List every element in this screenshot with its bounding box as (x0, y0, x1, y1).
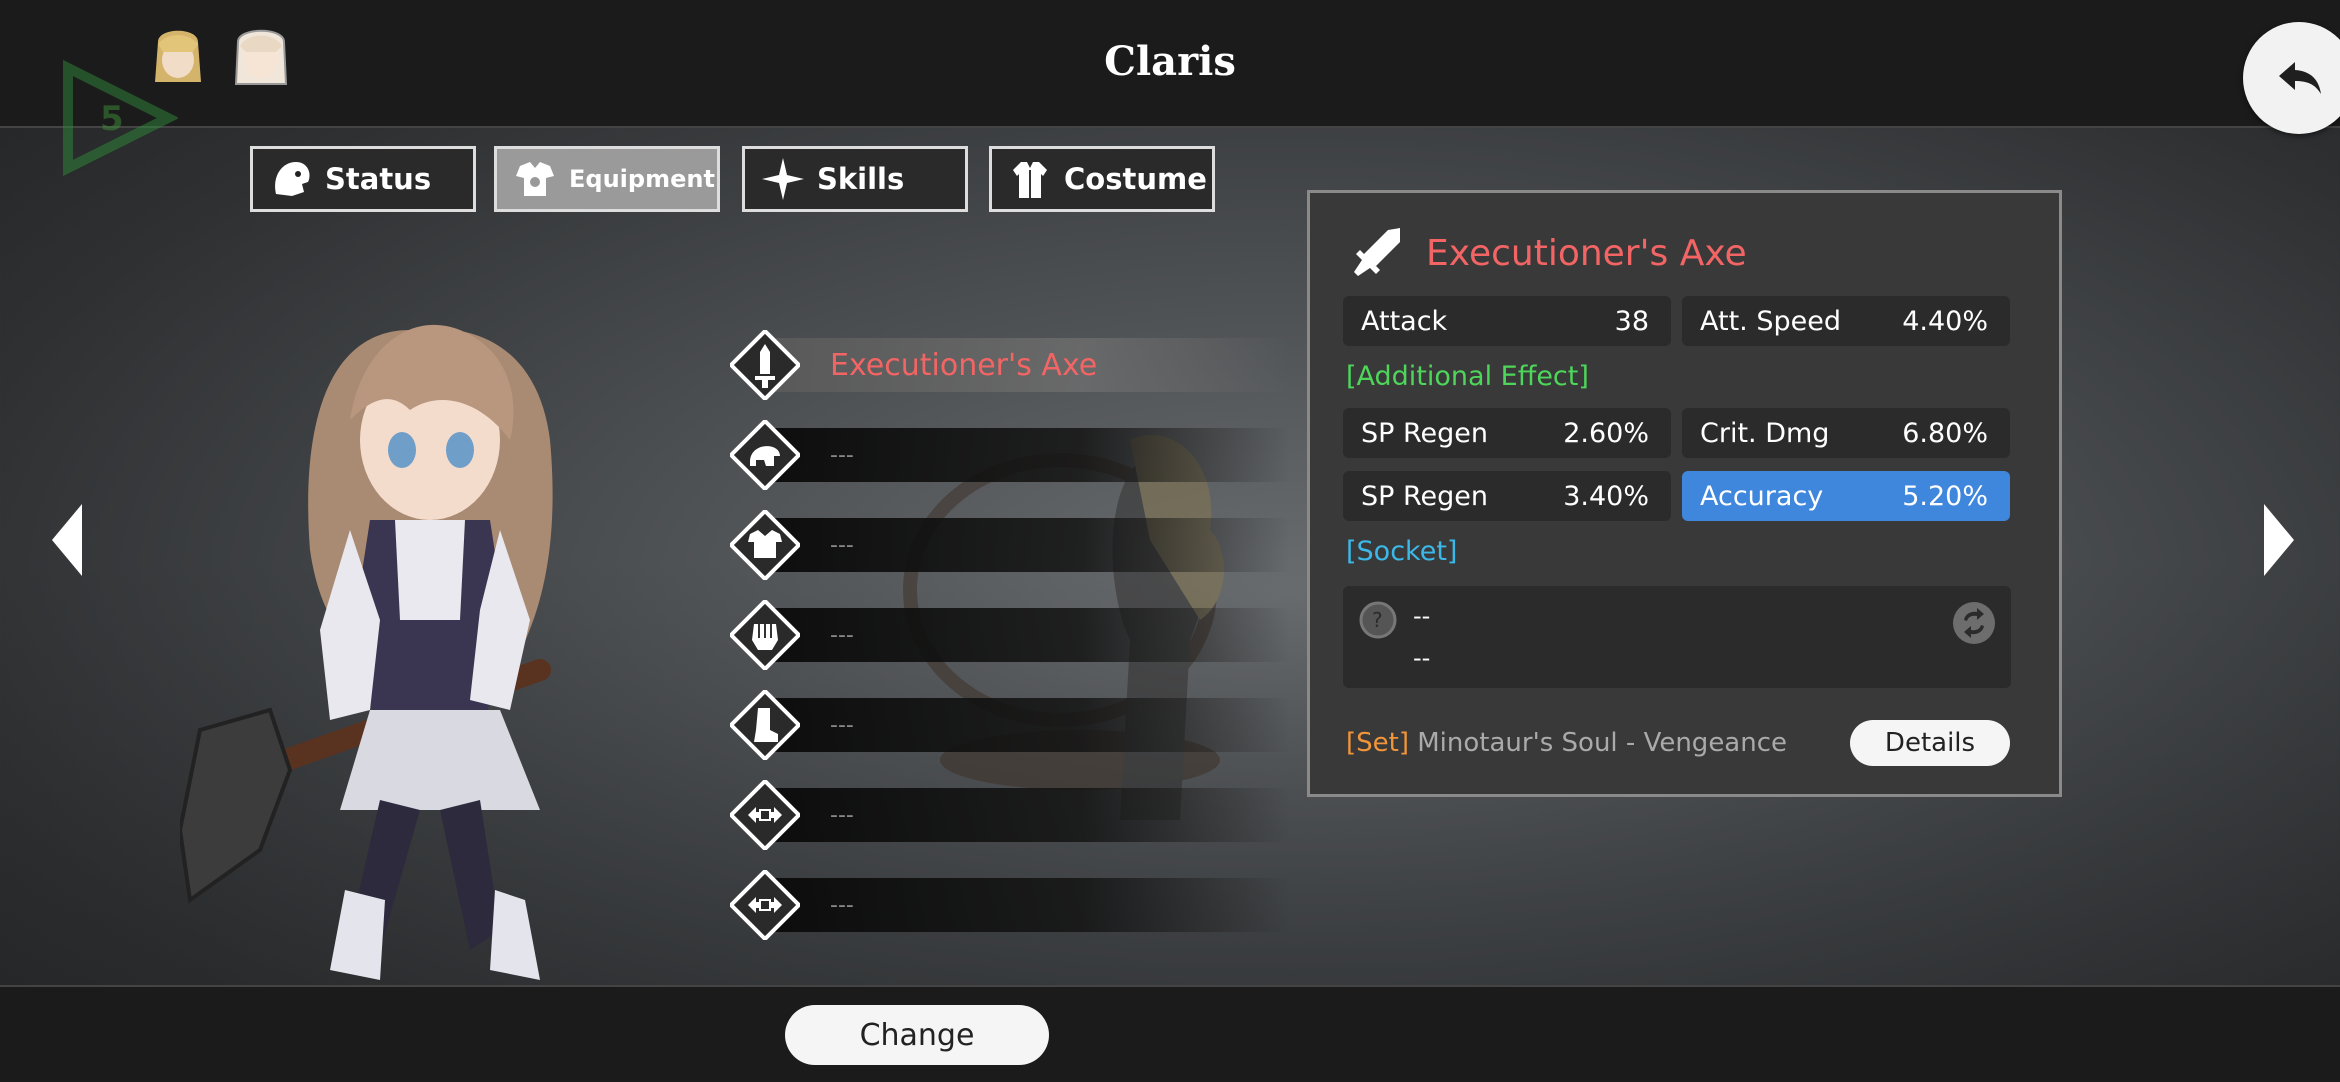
tab-equipment[interactable]: Equipment (494, 146, 720, 212)
bottom-bar (0, 985, 2340, 1082)
equipment-slot-armor[interactable]: --- (730, 510, 1290, 580)
armor-icon (730, 510, 800, 580)
effect-accuracy: Accuracy 5.20% (1682, 471, 2010, 521)
level-number: 5 (100, 99, 124, 139)
item-header: Executioner's Axe (1348, 223, 1747, 283)
effect-value: 2.60% (1563, 417, 1649, 449)
change-button[interactable]: Change (785, 1005, 1049, 1065)
effect-sp-regen-2: SP Regen 3.40% (1343, 471, 1671, 521)
equipment-slot-weapon[interactable]: Executioner's Axe (730, 330, 1290, 400)
item-name: Executioner's Axe (1426, 232, 1747, 274)
slot-item-name: Executioner's Axe (830, 347, 1098, 383)
set-info: [Set] Minotaur's Soul - Vengeance (1346, 728, 1787, 758)
sparkle-icon (759, 155, 807, 203)
tab-status[interactable]: Status (250, 146, 476, 212)
slot-item-name: --- (830, 622, 854, 648)
previous-character-arrow-icon[interactable] (48, 500, 88, 580)
effect-value: 3.40% (1563, 480, 1649, 512)
effect-value: 5.20% (1902, 480, 1988, 512)
accessory-icon (730, 780, 800, 850)
tab-skills[interactable]: Skills (742, 146, 968, 212)
details-button[interactable]: Details (1850, 720, 2010, 766)
helmet-icon (730, 420, 800, 490)
equipment-slot-gloves[interactable]: --- (730, 600, 1290, 670)
stat-label: Att. Speed (1700, 305, 1841, 337)
stat-att-speed: Att. Speed 4.40% (1682, 296, 2010, 346)
effect-crit-dmg: Crit. Dmg 6.80% (1682, 408, 2010, 458)
tab-status-label: Status (325, 162, 432, 196)
sword-icon (730, 330, 800, 400)
effect-value: 6.80% (1902, 417, 1988, 449)
equipment-slot-helmet[interactable]: --- (730, 420, 1290, 490)
socket-line-1: -- (1413, 602, 1431, 630)
effect-sp-regen-1: SP Regen 2.60% (1343, 408, 1671, 458)
equipment-slot-boots[interactable]: --- (730, 690, 1290, 760)
socket-slot[interactable]: ? -- -- (1343, 586, 2011, 688)
lion-head-icon (267, 155, 315, 203)
tab-equipment-label: Equipment (569, 165, 715, 193)
svg-text:?: ? (1372, 608, 1383, 632)
socket-line-2: -- (1413, 644, 1431, 672)
armor-icon (511, 155, 559, 203)
stat-label: Attack (1361, 305, 1448, 337)
effect-label: Accuracy (1700, 480, 1824, 512)
question-gem-icon: ? (1359, 601, 1397, 639)
slot-item-name: --- (830, 712, 854, 738)
additional-effect-title: [Additional Effect] (1346, 361, 1589, 392)
accessory-icon (730, 870, 800, 940)
gauntlet-icon (730, 600, 800, 670)
item-detail-panel: Executioner's Axe Attack 38 Att. Speed 4… (1307, 190, 2062, 797)
back-arrow-icon (2279, 62, 2321, 94)
refresh-icon[interactable] (1951, 600, 1997, 646)
effect-label: Crit. Dmg (1700, 417, 1830, 449)
effect-label: SP Regen (1361, 417, 1489, 449)
tab-costume[interactable]: Costume (989, 146, 1215, 212)
slot-item-name: --- (830, 442, 854, 468)
equipment-slot-accessory-1[interactable]: --- (730, 780, 1290, 850)
tab-skills-label: Skills (817, 162, 905, 196)
slot-item-name: --- (830, 802, 854, 828)
stat-attack: Attack 38 (1343, 296, 1671, 346)
socket-title: [Socket] (1346, 536, 1458, 567)
shirt-icon (1006, 155, 1054, 203)
slot-item-name: --- (830, 532, 854, 558)
stat-value: 4.40% (1902, 305, 1988, 337)
stat-value: 38 (1614, 305, 1649, 337)
effect-label: SP Regen (1361, 480, 1489, 512)
equipment-slot-accessory-2[interactable]: --- (730, 870, 1290, 940)
page-title: Claris (1104, 38, 1236, 85)
set-tag: [Set] (1346, 728, 1409, 758)
next-character-arrow-icon[interactable] (2258, 500, 2298, 580)
set-name: Minotaur's Soul - Vengeance (1417, 728, 1788, 758)
boot-icon (730, 690, 800, 760)
tab-costume-label: Costume (1064, 162, 1207, 196)
sword-icon (1354, 228, 1400, 276)
slot-item-name: --- (830, 892, 854, 918)
character-illustration (180, 324, 553, 980)
